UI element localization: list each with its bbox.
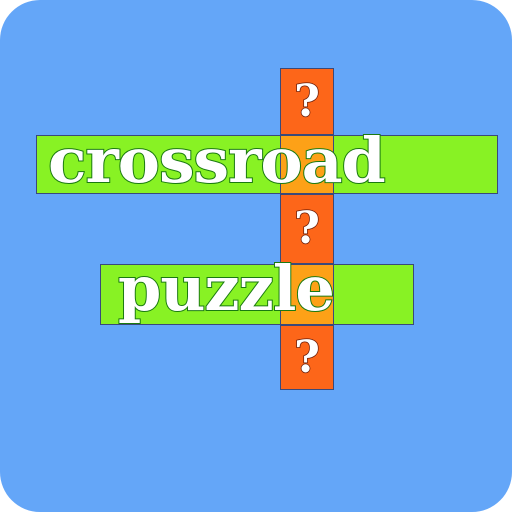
question-mark-icon: ? — [293, 203, 320, 254]
puzzle-word: puzzle — [117, 252, 336, 325]
question-mark-icon: ? — [293, 332, 320, 383]
vertical-question-column: ? ? ? — [280, 68, 334, 390]
app-icon: ? ? ? crossroad puzzle — [0, 0, 512, 512]
question-cell: ? — [280, 325, 334, 390]
crossroad-word: crossroad — [47, 124, 387, 197]
question-mark-icon: ? — [293, 76, 320, 127]
